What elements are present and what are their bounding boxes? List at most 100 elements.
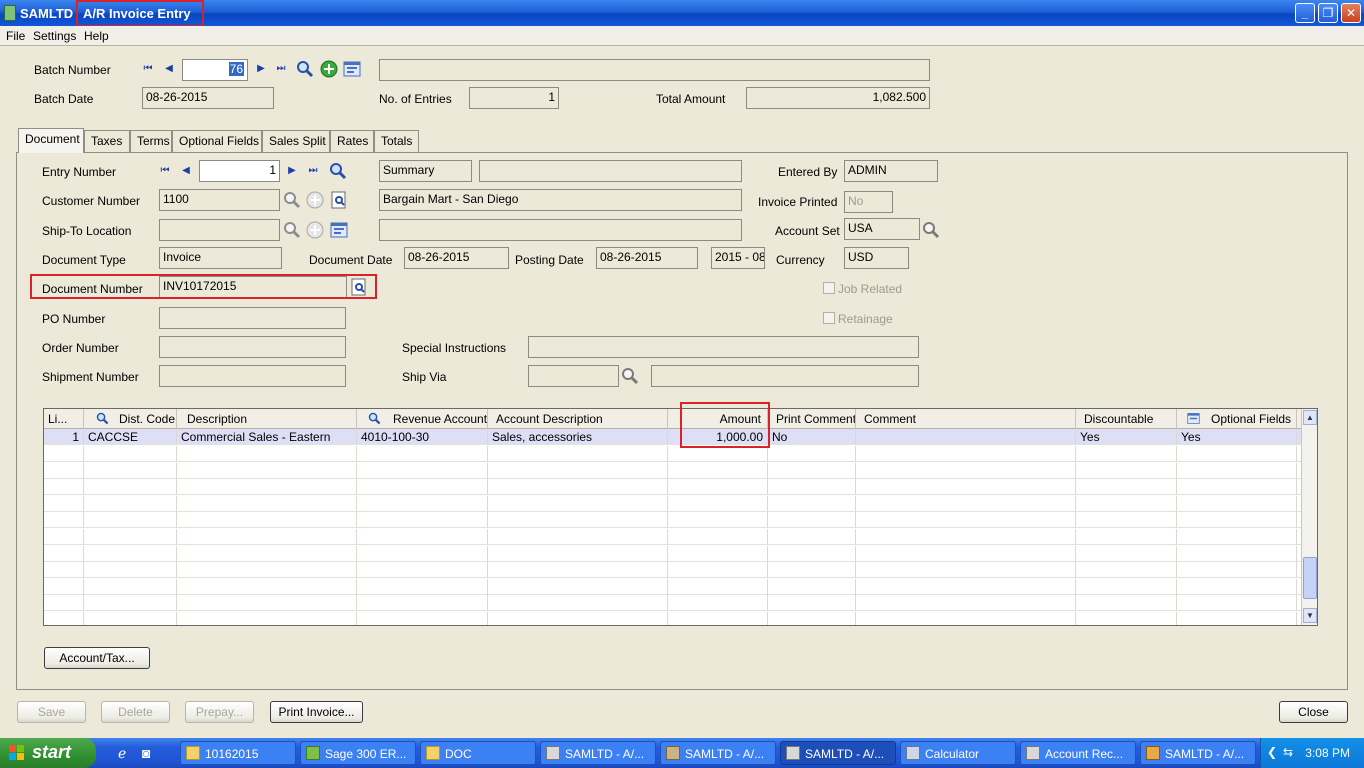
empty-cell[interactable] [1177, 612, 1297, 625]
empty-cell[interactable] [1177, 462, 1297, 479]
entry-finder-icon[interactable] [329, 162, 347, 180]
empty-cell[interactable] [84, 495, 177, 512]
desktop-quicklaunch-icon[interactable]: ◙ [142, 745, 150, 761]
task-samltd-1[interactable]: SAMLTD - A/... [540, 741, 656, 765]
task-calculator[interactable]: Calculator [900, 741, 1016, 765]
empty-cell[interactable] [668, 595, 768, 612]
task-samltd-4[interactable]: SAMLTD - A/... [1140, 741, 1256, 765]
empty-row[interactable] [44, 578, 1302, 595]
empty-cell[interactable] [177, 612, 357, 625]
empty-cell[interactable] [1076, 446, 1177, 462]
empty-cell[interactable] [84, 595, 177, 612]
empty-cell[interactable] [488, 595, 668, 612]
empty-cell[interactable] [84, 562, 177, 579]
empty-cell[interactable] [856, 612, 1076, 625]
empty-cell[interactable] [488, 479, 668, 496]
ship-to-field[interactable] [159, 219, 280, 241]
empty-cell[interactable] [856, 578, 1076, 595]
empty-row[interactable] [44, 462, 1302, 479]
empty-cell[interactable] [1076, 462, 1177, 479]
empty-cell[interactable] [84, 529, 177, 545]
special-instructions-field[interactable] [528, 336, 919, 358]
empty-cell[interactable] [768, 545, 856, 562]
task-samltd-2[interactable]: SAMLTD - A/... [660, 741, 776, 765]
account-set-finder-icon[interactable] [922, 221, 940, 239]
empty-cell[interactable] [44, 562, 84, 579]
empty-cell[interactable] [856, 595, 1076, 612]
empty-cell[interactable] [177, 512, 357, 529]
empty-cell[interactable] [768, 446, 856, 462]
empty-row[interactable] [44, 562, 1302, 579]
delete-button[interactable]: Delete [101, 701, 170, 723]
empty-cell[interactable] [668, 612, 768, 625]
empty-cell[interactable] [1177, 562, 1297, 579]
empty-cell[interactable] [357, 545, 488, 562]
empty-cell[interactable] [1076, 545, 1177, 562]
empty-cell[interactable] [768, 595, 856, 612]
empty-cell[interactable] [488, 578, 668, 595]
empty-cell[interactable] [1177, 479, 1297, 496]
empty-cell[interactable] [856, 545, 1076, 562]
empty-cell[interactable] [84, 612, 177, 625]
empty-cell[interactable] [357, 562, 488, 579]
tab-rates[interactable]: Rates [330, 130, 374, 152]
empty-cell[interactable] [668, 578, 768, 595]
empty-cell[interactable] [1076, 529, 1177, 545]
tray-chevron-icon[interactable]: ❮ [1267, 745, 1277, 759]
empty-cell[interactable] [488, 446, 668, 462]
task-account-rec[interactable]: Account Rec... [1020, 741, 1136, 765]
previous-batch-icon[interactable]: ◀ [162, 62, 176, 76]
dist-code-finder-icon[interactable] [96, 412, 109, 425]
tab-optional-fields[interactable]: Optional Fields [172, 130, 262, 152]
empty-cell[interactable] [357, 495, 488, 512]
entry-description-field[interactable] [479, 160, 742, 182]
cell-revenue-account[interactable]: 4010-100-30 [357, 429, 488, 445]
empty-cell[interactable] [1177, 495, 1297, 512]
empty-cell[interactable] [856, 529, 1076, 545]
empty-cell[interactable] [177, 595, 357, 612]
last-batch-icon[interactable]: ⏭ [274, 62, 288, 76]
tab-totals[interactable]: Totals [374, 130, 419, 152]
empty-cell[interactable] [488, 495, 668, 512]
empty-cell[interactable] [488, 529, 668, 545]
empty-cell[interactable] [84, 545, 177, 562]
empty-cell[interactable] [177, 446, 357, 462]
first-entry-icon[interactable]: ⏮ [158, 164, 172, 178]
empty-cell[interactable] [668, 446, 768, 462]
start-button[interactable]: start [0, 738, 96, 768]
empty-cell[interactable] [768, 578, 856, 595]
empty-cell[interactable] [44, 529, 84, 545]
empty-cell[interactable] [768, 562, 856, 579]
close-window-button[interactable]: ✕ [1341, 3, 1361, 23]
empty-row[interactable] [44, 545, 1302, 562]
empty-row[interactable] [44, 612, 1302, 625]
restore-button[interactable]: ❐ [1318, 3, 1338, 23]
ship-to-finder-icon[interactable] [283, 221, 301, 239]
empty-cell[interactable] [856, 495, 1076, 512]
empty-cell[interactable] [768, 479, 856, 496]
empty-cell[interactable] [856, 479, 1076, 496]
col-dist-code[interactable]: Dist. Code [84, 409, 177, 429]
empty-cell[interactable] [177, 562, 357, 579]
first-batch-icon[interactable]: ⏮ [141, 62, 155, 76]
empty-row[interactable] [44, 529, 1302, 545]
task-10162015[interactable]: 10162015 [180, 741, 296, 765]
empty-cell[interactable] [84, 446, 177, 462]
order-number-field[interactable] [159, 336, 346, 358]
col-optional-fields[interactable]: Optional Fields [1177, 409, 1297, 429]
document-date-field[interactable]: 08-26-2015 [404, 247, 509, 269]
new-batch-icon[interactable] [320, 60, 338, 78]
empty-cell[interactable] [488, 512, 668, 529]
empty-cell[interactable] [1076, 578, 1177, 595]
empty-cell[interactable] [768, 495, 856, 512]
empty-cell[interactable] [1076, 479, 1177, 496]
empty-cell[interactable] [856, 462, 1076, 479]
empty-cell[interactable] [668, 562, 768, 579]
menu-file[interactable]: File [6, 29, 25, 43]
col-discountable[interactable]: Discountable [1076, 409, 1177, 429]
empty-cell[interactable] [84, 578, 177, 595]
empty-cell[interactable] [1177, 545, 1297, 562]
cell-print-comment[interactable]: No [768, 429, 856, 445]
scroll-down-icon[interactable]: ▼ [1303, 608, 1317, 623]
batch-finder-icon[interactable] [296, 60, 314, 78]
